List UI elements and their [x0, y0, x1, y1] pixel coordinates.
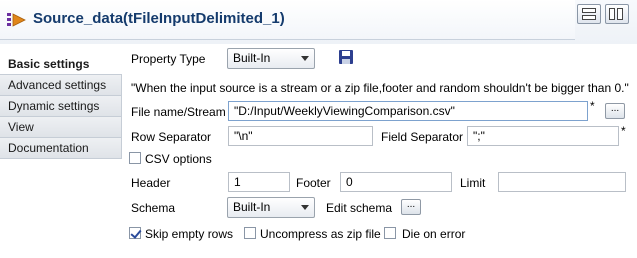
field-separator-label: Field Separator — [381, 130, 464, 144]
footer-label: Footer — [296, 176, 331, 190]
save-icon[interactable] — [338, 49, 354, 65]
edit-schema-label: Edit schema — [326, 201, 393, 215]
component-icon — [7, 13, 26, 27]
limit-label: Limit — [460, 176, 486, 190]
chevron-down-icon — [301, 56, 309, 61]
title-bar: Source_data(tFileInputDelimited_1) — [0, 0, 637, 44]
sidebar-item-documentation[interactable]: Documentation — [0, 138, 122, 159]
file-name-label: File name/Stream — [131, 105, 226, 119]
footer-input[interactable]: 0 — [340, 172, 452, 192]
property-type-label: Property Type — [131, 52, 206, 66]
sidebar-item-advanced-settings[interactable]: Advanced settings — [0, 75, 122, 96]
limit-input[interactable] — [498, 172, 626, 192]
sidebar-item-label: Advanced settings — [8, 78, 107, 92]
die-on-error-checkbox[interactable] — [384, 227, 396, 239]
skip-empty-rows-checkbox[interactable] — [129, 227, 141, 239]
csv-options-checkbox[interactable] — [129, 152, 141, 164]
sidebar-item-dynamic-settings[interactable]: Dynamic settings — [0, 96, 122, 117]
sidebar-item-label: Documentation — [8, 141, 89, 155]
sidebar-item-label: View — [8, 120, 34, 134]
die-on-error-label: Die on error — [402, 227, 466, 241]
property-type-value: Built-In — [233, 51, 271, 65]
csv-options-label: CSV options — [145, 152, 212, 166]
split-view-button[interactable] — [605, 4, 629, 24]
header-label: Header — [131, 176, 171, 190]
schema-label: Schema — [131, 201, 176, 215]
sidebar-item-view[interactable]: View — [0, 117, 122, 138]
sidebar-item-label: Basic settings — [8, 57, 90, 71]
file-name-input[interactable]: "D:/Input/WeeklyViewingComparison.csv" — [228, 101, 588, 121]
component-title: Source_data(tFileInputDelimited_1) — [33, 10, 285, 27]
sidebar-item-basic-settings[interactable]: Basic settings — [0, 54, 122, 75]
uncompress-checkbox[interactable] — [244, 227, 256, 239]
uncompress-label: Uncompress as zip file — [260, 227, 381, 241]
schema-select[interactable]: Built-In — [227, 197, 315, 218]
row-separator-label: Row Separator — [131, 130, 212, 144]
settings-sidebar: Basic settings Advanced settings Dynamic… — [0, 54, 122, 258]
required-marker: * — [590, 99, 595, 113]
property-type-select[interactable]: Built-In — [227, 48, 315, 69]
schema-value: Built-In — [233, 200, 271, 214]
header-input[interactable]: 1 — [228, 172, 290, 192]
edit-schema-button[interactable]: ... — [401, 199, 421, 215]
browse-file-button[interactable]: ... — [605, 103, 625, 119]
skip-empty-rows-label: Skip empty rows — [145, 227, 234, 241]
required-marker: * — [621, 124, 626, 138]
basic-settings-panel: Property Type Built-In "When the input s… — [122, 44, 637, 258]
stream-notice: "When the input source is a stream or a … — [131, 81, 629, 95]
field-separator-input[interactable]: ";" — [467, 126, 619, 146]
chevron-down-icon — [301, 205, 309, 210]
component-tab: Source_data(tFileInputDelimited_1) — [0, 0, 575, 40]
single-view-button[interactable] — [577, 4, 601, 24]
row-separator-input[interactable]: "\n" — [228, 126, 373, 146]
sidebar-item-label: Dynamic settings — [8, 99, 100, 113]
